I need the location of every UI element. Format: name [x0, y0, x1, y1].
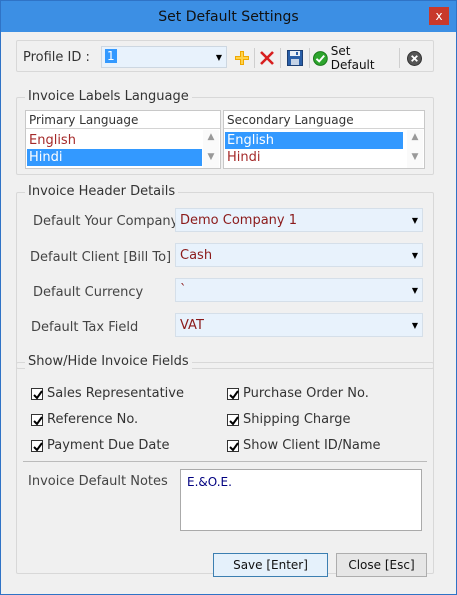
purchase-order-label: Purchase Order No. — [243, 386, 369, 401]
default-client-value: Cash — [180, 248, 213, 263]
chevron-down-icon: ▼ — [215, 53, 222, 62]
window-title: Set Default Settings — [158, 9, 299, 25]
default-client-label: Default Client [Bill To] — [30, 250, 172, 265]
secondary-language-list[interactable]: English Hindi ▲ ▼ — [224, 130, 424, 168]
default-client-select[interactable]: Cash ▼ — [175, 243, 423, 267]
sales-representative-label: Sales Representative — [47, 386, 184, 401]
add-profile-button[interactable] — [233, 47, 251, 69]
primary-language-panel: Primary Language English Hindi ▲ ▼ — [25, 110, 221, 169]
shipping-charge-label: Shipping Charge — [243, 412, 351, 427]
scroll-down-icon[interactable]: ▼ — [407, 152, 423, 162]
chevron-down-icon: ▼ — [411, 286, 418, 295]
labels-language-title: Invoice Labels Language — [25, 89, 192, 104]
add-icon — [235, 51, 249, 65]
default-tax-field-select[interactable]: VAT ▼ — [175, 313, 423, 337]
chevron-down-icon: ▼ — [411, 321, 418, 330]
payment-due-date-checkbox[interactable]: Payment Due Date — [31, 438, 170, 453]
labels-language-group: Invoice Labels Language Primary Language… — [16, 89, 434, 175]
purchase-order-checkbox[interactable]: Purchase Order No. — [227, 386, 369, 401]
reference-no-checkbox[interactable]: Reference No. — [31, 412, 138, 427]
secondary-language-item-english[interactable]: English — [225, 132, 403, 149]
default-currency-select[interactable]: ` ▼ — [175, 278, 423, 302]
close-circle-icon — [406, 50, 422, 66]
check-circle-icon — [313, 50, 328, 66]
scroll-up-icon[interactable]: ▲ — [407, 132, 423, 142]
primary-language-item-english[interactable]: English — [27, 132, 202, 149]
default-currency-label: Default Currency — [33, 285, 144, 300]
primary-language-item-hindi[interactable]: Hindi — [27, 149, 202, 166]
set-default-label: Set Default — [330, 44, 375, 72]
default-tax-field-label: Default Tax Field — [31, 320, 139, 335]
checkbox-box[interactable] — [31, 413, 43, 426]
chevron-down-icon: ▼ — [411, 251, 418, 260]
toolbar-separator — [399, 48, 400, 68]
profile-id-value: 1 — [105, 49, 117, 63]
checkbox-box[interactable] — [227, 387, 239, 400]
primary-language-header: Primary Language — [26, 111, 220, 129]
notes-divider — [23, 461, 427, 462]
default-company-select[interactable]: Demo Company 1 ▼ — [175, 208, 423, 232]
toolbar-separator — [280, 48, 281, 68]
delete-icon — [260, 51, 274, 65]
primary-language-list[interactable]: English Hindi ▲ ▼ — [26, 130, 220, 168]
payment-due-date-label: Payment Due Date — [47, 438, 170, 453]
header-details-group: Invoice Header Details Default Your Comp… — [16, 184, 434, 369]
shipping-charge-checkbox[interactable]: Shipping Charge — [227, 412, 351, 427]
fields-visibility-title: Show/Hide Invoice Fields — [25, 354, 192, 369]
toolbar-separator — [309, 48, 310, 68]
save-button[interactable]: Save [Enter] — [213, 553, 328, 577]
default-tax-field-value: VAT — [180, 318, 204, 333]
save-profile-button[interactable] — [285, 47, 305, 69]
set-default-button[interactable]: Set Default — [313, 44, 397, 72]
title-bar[interactable]: Set Default Settings x — [1, 1, 456, 32]
profile-id-select[interactable]: 1 ▼ — [101, 46, 227, 68]
settings-window: Set Default Settings x Profile ID : 1 ▼ — [0, 0, 457, 595]
default-currency-value: ` — [180, 283, 187, 298]
save-icon — [287, 50, 303, 66]
secondary-language-header: Secondary Language — [224, 111, 424, 129]
header-details-title: Invoice Header Details — [25, 184, 179, 199]
profile-id-label: Profile ID : — [23, 50, 90, 65]
checkbox-box[interactable] — [227, 413, 239, 426]
window-close-button[interactable]: x — [429, 7, 449, 25]
show-client-id-label: Show Client ID/Name — [243, 438, 381, 453]
close-button[interactable]: Close [Esc] — [336, 553, 427, 577]
default-company-value: Demo Company 1 — [180, 213, 298, 228]
primary-language-scrollbar[interactable]: ▲ ▼ — [203, 130, 219, 168]
secondary-language-item-hindi[interactable]: Hindi — [225, 149, 403, 166]
chevron-down-icon: ▼ — [411, 216, 418, 225]
delete-profile-button[interactable] — [258, 47, 276, 69]
default-notes-value: E.&O.E. — [187, 475, 232, 489]
secondary-language-scrollbar[interactable]: ▲ ▼ — [407, 130, 423, 168]
toolbar-separator — [254, 48, 255, 68]
default-notes-label: Invoice Default Notes — [28, 474, 168, 489]
show-client-id-checkbox[interactable]: Show Client ID/Name — [227, 438, 381, 453]
scroll-up-icon[interactable]: ▲ — [203, 132, 219, 142]
window-client: Profile ID : 1 ▼ Set Default Invoice Lab… — [6, 32, 451, 589]
sales-representative-checkbox[interactable]: Sales Representative — [31, 386, 184, 401]
default-notes-textarea[interactable]: E.&O.E. — [180, 469, 422, 531]
default-company-label: Default Your Company — [33, 214, 179, 229]
scroll-down-icon[interactable]: ▼ — [203, 152, 219, 162]
profile-toolbar: Profile ID : 1 ▼ Set Default — [16, 40, 434, 72]
checkbox-box[interactable] — [31, 387, 43, 400]
checkbox-box[interactable] — [227, 439, 239, 452]
reference-no-label: Reference No. — [47, 412, 139, 427]
secondary-language-panel: Secondary Language English Hindi ▲ ▼ — [223, 110, 425, 169]
close-profile-button[interactable] — [404, 47, 424, 69]
fields-visibility-group: Show/Hide Invoice Fields Sales Represent… — [16, 354, 434, 574]
checkbox-box[interactable] — [31, 439, 43, 452]
